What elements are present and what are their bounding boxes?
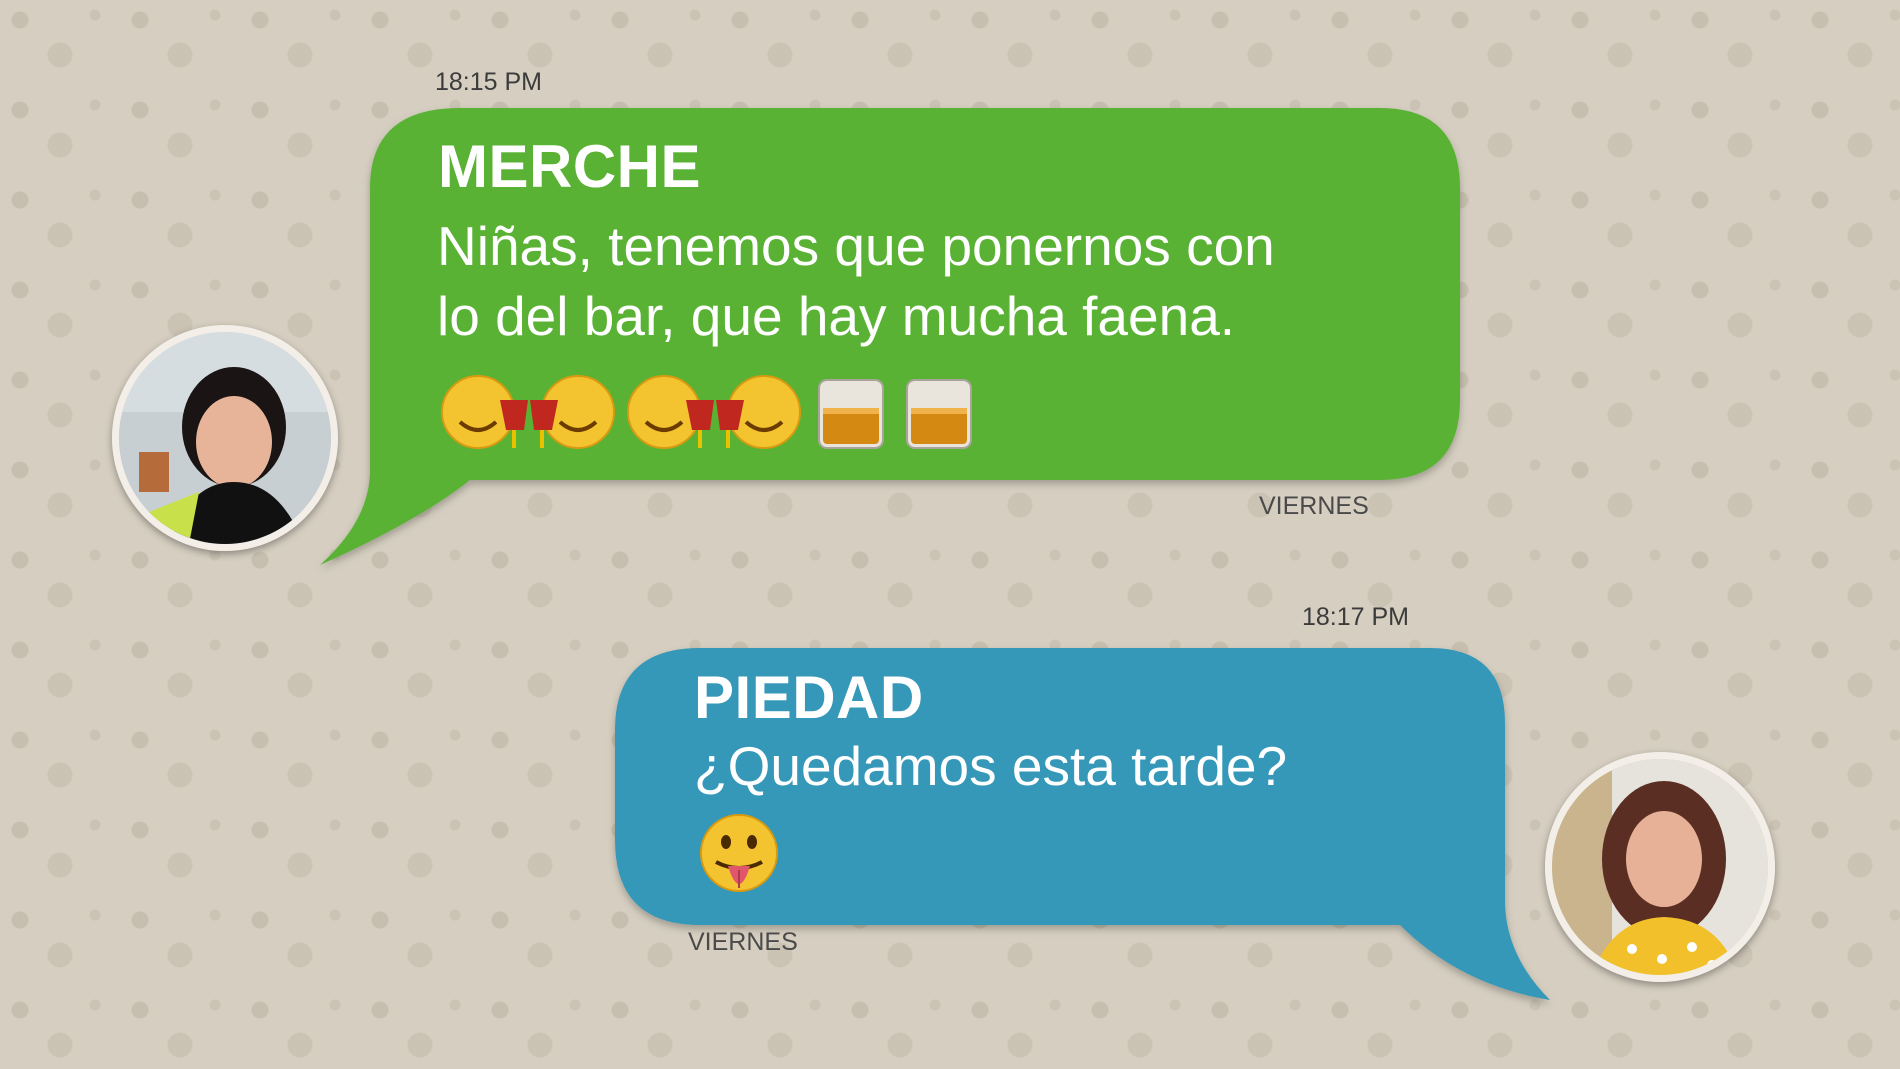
whisky-glass-emoji bbox=[906, 379, 972, 449]
sender-name: MERCHE bbox=[438, 133, 702, 200]
tongue-out-face-emoji bbox=[700, 814, 778, 892]
whisky-glass-emoji bbox=[818, 379, 884, 449]
message-text-line: lo del bar, que hay mucha faena. bbox=[437, 285, 1236, 347]
message-text-line: ¿Quedamos esta tarde? bbox=[694, 735, 1288, 797]
message-day: VIERNES bbox=[1259, 492, 1369, 520]
sender-name: PIEDAD bbox=[694, 664, 924, 731]
clinking-faces-emoji bbox=[441, 375, 615, 449]
message-text-line: Niñas, tenemos que ponernos con bbox=[437, 215, 1275, 277]
message-day: VIERNES bbox=[688, 928, 798, 956]
message-time: 18:17 PM bbox=[1302, 603, 1410, 631]
clinking-faces-emoji bbox=[627, 375, 801, 449]
avatar-piedad[interactable] bbox=[1545, 752, 1775, 982]
avatar-merche[interactable] bbox=[112, 325, 338, 551]
